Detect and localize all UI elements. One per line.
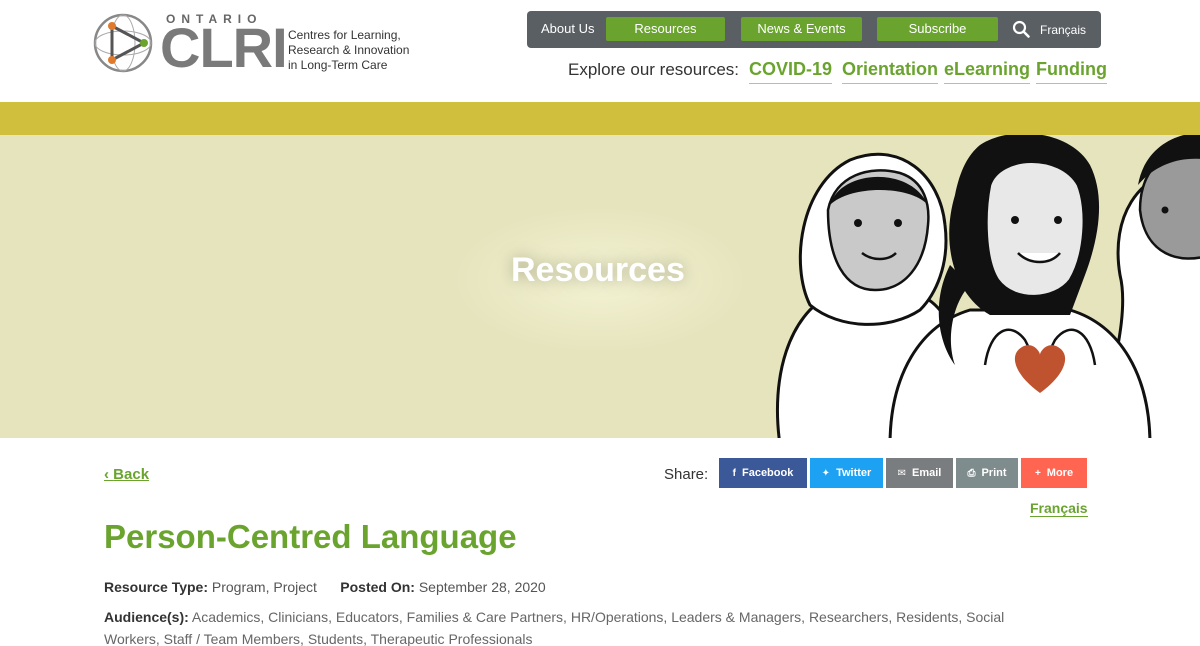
people-illustration: [776, 135, 1200, 438]
posted-on-value: September 28, 2020: [418, 579, 546, 595]
site-logo[interactable]: ONTARIO CLRI Centres for Learning, Resea…: [92, 10, 412, 79]
twitter-icon: ✦: [821, 468, 831, 479]
share-twitter-label: Twitter: [836, 467, 872, 479]
share-twitter-button[interactable]: ✦ Twitter: [810, 458, 883, 488]
top-navigation: About Us Resources News & Events Subscri…: [527, 11, 1101, 48]
resource-type-value: Program, Project: [211, 579, 317, 595]
explore-link-elearning[interactable]: eLearning: [944, 59, 1031, 84]
nav-about-us[interactable]: About Us: [541, 21, 594, 36]
explore-link-covid[interactable]: COVID-19: [749, 59, 833, 84]
nav-resources-button[interactable]: Resources: [606, 17, 725, 41]
francais-link[interactable]: Français: [1030, 500, 1088, 517]
site-header: ONTARIO CLRI Centres for Learning, Resea…: [0, 0, 1200, 102]
nav-news-events-button[interactable]: News & Events: [741, 17, 862, 41]
audience-meta: Audience(s): Academics, Clinicians, Educ…: [104, 606, 1044, 646]
back-link[interactable]: ‹ Back: [104, 466, 149, 483]
share-email-label: Email: [912, 467, 942, 479]
page-title: Person-Centred Language: [104, 518, 517, 555]
resource-type-label: Resource Type:: [104, 579, 208, 595]
chevron-left-icon: ‹: [104, 466, 109, 483]
share-print-label: Print: [981, 467, 1007, 479]
header-band: [0, 102, 1200, 135]
back-link-label: Back: [113, 466, 150, 483]
explore-label: Explore our resources:: [568, 60, 740, 79]
email-icon: ✉: [897, 468, 907, 479]
search-icon[interactable]: [1012, 20, 1030, 38]
nav-francais-link[interactable]: Français: [1040, 23, 1086, 37]
audience-value: Academics, Clinicians, Educators, Famili…: [104, 609, 1005, 646]
posted-on-label: Posted On:: [340, 579, 415, 595]
facebook-icon: f: [732, 468, 736, 479]
clri-logo-icon: [93, 13, 153, 73]
share-email-button[interactable]: ✉ Email: [886, 458, 953, 488]
logo-clri-text: CLRI: [160, 16, 288, 79]
resource-meta: Resource Type: Program, Project Posted O…: [104, 579, 546, 595]
share-facebook-button[interactable]: f Facebook: [719, 458, 807, 488]
share-more-button[interactable]: + More: [1021, 458, 1087, 488]
plus-icon: +: [1034, 468, 1041, 479]
share-more-label: More: [1046, 467, 1074, 479]
logo-subtitle-line3: in Long-Term Care: [288, 58, 388, 72]
logo-subtitle: Centres for Learning, Research & Innovat…: [288, 28, 418, 73]
print-icon: ⎙: [967, 468, 976, 479]
audience-label: Audience(s):: [104, 609, 189, 625]
share-facebook-label: Facebook: [741, 467, 794, 479]
hero-title: Resources: [511, 251, 685, 289]
nav-subscribe-button[interactable]: Subscribe: [877, 17, 998, 41]
hero-banner: Resources: [0, 135, 1200, 438]
share-label: Share:: [664, 466, 709, 483]
logo-subtitle-line1: Centres for Learning,: [288, 28, 401, 42]
share-print-button[interactable]: ⎙ Print: [956, 458, 1018, 488]
logo-subtitle-line2: Research & Innovation: [288, 43, 410, 57]
explore-link-orientation[interactable]: Orientation: [842, 59, 939, 84]
explore-link-funding[interactable]: Funding: [1036, 59, 1107, 84]
